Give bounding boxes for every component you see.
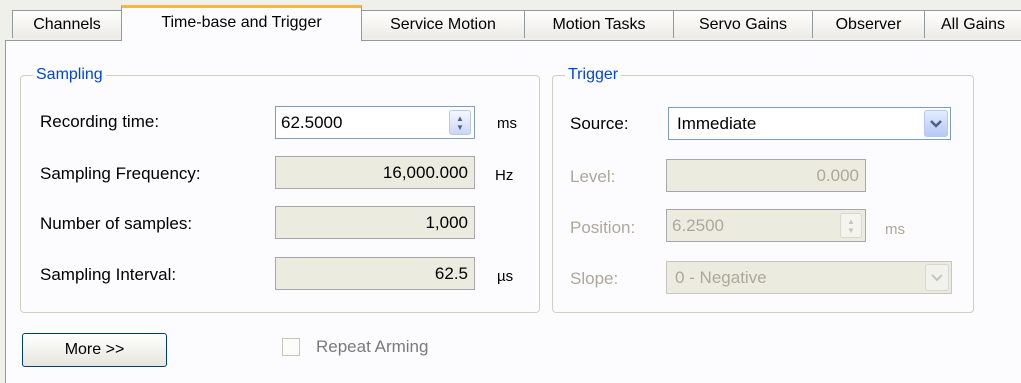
chevron-down-icon <box>925 264 949 291</box>
tab-channels[interactable]: Channels <box>12 10 122 38</box>
recording-time-input[interactable]: 62.5000 ▲ ▼ <box>275 106 475 139</box>
more-button[interactable]: More >> <box>22 333 167 367</box>
spin-down-icon: ▼ <box>847 225 855 235</box>
position-value: 6.2500 <box>672 216 724 235</box>
spin-up-icon[interactable]: ▲ <box>456 114 464 123</box>
chevron-down-icon[interactable] <box>924 110 948 137</box>
sampling-legend: Sampling <box>33 65 106 85</box>
repeat-arming-checkbox[interactable] <box>282 338 300 356</box>
sampling-frequency-label: Sampling Frequency: <box>40 164 201 183</box>
source-select[interactable]: Immediate <box>668 107 951 140</box>
recording-time-unit: ms <box>497 115 517 132</box>
recording-time-spinner[interactable]: ▲ ▼ <box>449 110 471 135</box>
position-field: 6.2500 ▲ ▼ <box>666 209 866 242</box>
spin-up-icon: ▲ <box>847 216 855 226</box>
sampling-interval-unit: µs <box>497 268 514 285</box>
spin-down-icon[interactable]: ▼ <box>456 123 464 132</box>
tab-service-motion[interactable]: Service Motion <box>361 10 525 38</box>
number-of-samples-label: Number of samples: <box>40 214 193 233</box>
tab-observer[interactable]: Observer <box>812 10 925 38</box>
tab-motion-tasks[interactable]: Motion Tasks <box>524 10 674 38</box>
recording-time-value: 62.5000 <box>281 113 343 132</box>
sampling-interval-label: Sampling Interval: <box>40 265 177 284</box>
source-label: Source: <box>570 114 629 133</box>
slope-select: 0 - Negative <box>666 261 952 294</box>
level-field: 0.000 <box>666 159 866 192</box>
source-value: Immediate <box>677 114 757 133</box>
trigger-legend: Trigger <box>565 65 622 85</box>
tab-servo-gains[interactable]: Servo Gains <box>673 10 813 38</box>
number-of-samples-field: 1,000 <box>275 206 475 239</box>
position-label: Position: <box>570 218 636 237</box>
slope-value: 0 - Negative <box>675 268 767 287</box>
tab-strip: Channels Time-base and Trigger Service M… <box>0 0 1021 41</box>
level-label: Level: <box>570 167 616 186</box>
tab-all-gains[interactable]: All Gains <box>924 10 1021 38</box>
slope-label: Slope: <box>570 269 619 288</box>
sampling-interval-field: 62.5 <box>275 257 475 290</box>
position-unit: ms <box>885 221 905 238</box>
tab-time-base-and-trigger[interactable]: Time-base and Trigger <box>121 5 362 41</box>
sampling-frequency-field: 16,000.000 <box>275 156 475 189</box>
position-spinner: ▲ ▼ <box>840 213 862 238</box>
sampling-frequency-unit: Hz <box>495 167 514 184</box>
repeat-arming-label: Repeat Arming <box>316 337 429 356</box>
recording-time-label: Recording time: <box>40 112 160 131</box>
